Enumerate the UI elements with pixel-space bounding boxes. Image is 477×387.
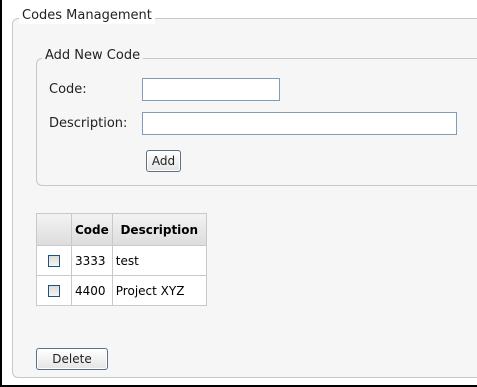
row-checkbox[interactable] [48,285,60,297]
row-select-cell [36,275,72,306]
row-select-cell [36,245,72,276]
code-cell: 4400 [71,275,113,306]
add-new-code-legend: Add New Code [42,48,144,64]
description-input[interactable] [142,112,457,135]
code-input[interactable] [142,78,280,101]
row-checkbox[interactable] [48,255,60,267]
description-column-header: Description [111,213,207,246]
delete-button[interactable]: Delete [36,348,108,370]
table-row: 3333 test [36,245,207,276]
codes-management-legend: Codes Management [19,8,155,24]
code-cell: 3333 [71,245,113,276]
code-label: Code: [49,82,87,97]
select-column-header [36,213,72,246]
table-row: 4400 Project XYZ [36,275,207,306]
codes-table: Code Description 3333 test 4400 Project … [36,213,207,306]
table-header-row: Code Description [36,213,207,246]
code-column-header: Code [71,213,113,246]
description-label: Description: [49,116,128,131]
add-button[interactable]: Add [146,150,181,172]
description-cell: test [111,245,207,276]
description-cell: Project XYZ [111,275,207,306]
codes-management-page: Codes Management Add New Code Code: Desc… [0,0,477,387]
